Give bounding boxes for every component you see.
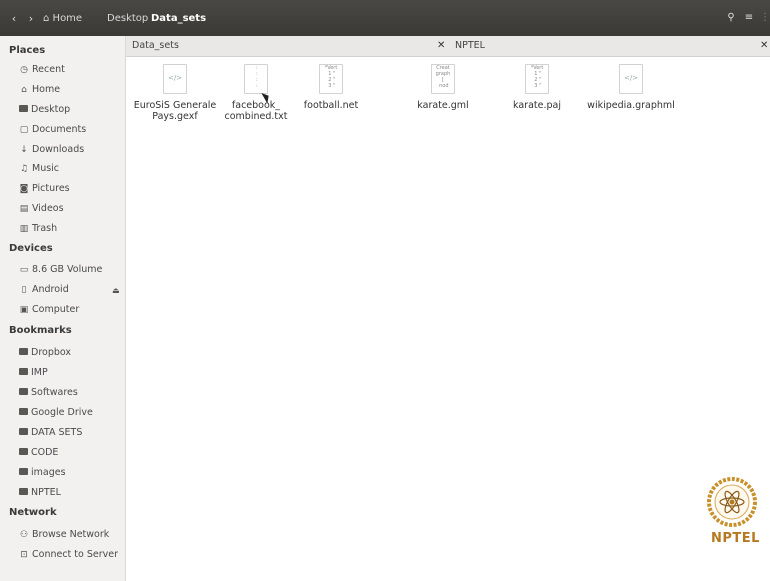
- file-name: karate.gml: [417, 100, 469, 111]
- text-file-icon: *Vert 1 " 2 " 3 ": [525, 64, 549, 94]
- text-file-icon: : : : :: [244, 64, 268, 94]
- clock-icon: ◷: [20, 65, 28, 75]
- sidebar-item-nptel[interactable]: NPTEL: [19, 485, 61, 501]
- sidebar-item-volume[interactable]: ▭ 8.6 GB Volume: [19, 262, 103, 278]
- sidebar-item-imp[interactable]: IMP: [19, 365, 48, 381]
- network-heading: Network: [9, 507, 57, 518]
- tab-nptel[interactable]: NPTEL: [455, 36, 485, 56]
- computer-icon: ▣: [19, 305, 29, 315]
- phone-icon: ▯: [21, 285, 27, 295]
- sidebar-item-videos[interactable]: ▤ Videos: [19, 201, 64, 217]
- sidebar-item-browse-network[interactable]: ⚇ Browse Network: [19, 527, 109, 543]
- code-file-icon: [163, 64, 187, 94]
- sidebar-item-connect-server[interactable]: ⊡ Connect to Server: [19, 547, 118, 563]
- folder-icon: [19, 348, 28, 355]
- file-item[interactable]: wikipedia.graphml: [586, 60, 676, 111]
- sidebar: Places ◷ Recent ⌂ Home Desktop ▢ Documents …: [0, 36, 126, 581]
- file-name: football.net: [303, 100, 359, 111]
- folder-icon: [19, 468, 28, 475]
- grid-view-icon[interactable]: ⋮: [759, 12, 770, 24]
- home-icon: ⌂: [43, 13, 50, 24]
- forward-icon[interactable]: ›: [25, 13, 37, 25]
- sidebar-item-computer[interactable]: ▣ Computer: [19, 302, 80, 318]
- folder-icon: [19, 428, 28, 435]
- server-icon: ⊡: [20, 550, 28, 560]
- search-icon[interactable]: ⚲: [725, 12, 737, 24]
- download-icon: ↓: [20, 145, 28, 155]
- network-icon: ⚇: [19, 530, 29, 540]
- tab-data-sets[interactable]: Data_sets: [132, 36, 179, 56]
- drive-icon: ▭: [19, 265, 29, 275]
- sidebar-item-music[interactable]: ♫ Music: [19, 161, 59, 177]
- file-item[interactable]: *Vert 1 " 2 " 3 " football.net: [286, 60, 376, 111]
- sidebar-item-android[interactable]: ▯ Android: [19, 282, 119, 298]
- sidebar-item-desktop[interactable]: Desktop: [19, 102, 70, 118]
- file-name: wikipedia.graphml: [587, 100, 675, 111]
- home-icon: ⌂: [21, 85, 27, 95]
- film-icon: ▤: [19, 204, 29, 214]
- file-name: EuroSiS Generale Pays.gexf: [133, 100, 217, 122]
- eject-icon[interactable]: ⏏: [112, 286, 120, 295]
- sidebar-item-google-drive[interactable]: Google Drive: [19, 405, 93, 421]
- bookmarks-heading: Bookmarks: [9, 325, 72, 336]
- nptel-logo: [707, 477, 757, 527]
- path-bar: ‹ › ⌂ Home Desktop Data_sets ⚲ ≡ ⋮: [0, 0, 770, 36]
- sidebar-item-images[interactable]: images: [19, 465, 66, 481]
- camera-icon: ◙: [19, 184, 29, 194]
- close-icon[interactable]: ✕: [760, 36, 768, 56]
- sidebar-item-data-sets[interactable]: DATA SETS: [19, 425, 82, 441]
- breadcrumb-home[interactable]: ⌂ Home: [43, 12, 82, 26]
- folder-icon: [19, 488, 28, 495]
- folder-icon: [19, 368, 28, 375]
- file-name: karate.paj: [513, 100, 561, 111]
- sidebar-item-code[interactable]: CODE: [19, 445, 58, 461]
- trash-icon: ▥: [19, 224, 29, 234]
- sidebar-item-pictures[interactable]: ◙ Pictures: [19, 181, 70, 197]
- document-icon: ▢: [19, 125, 29, 135]
- sidebar-item-recent[interactable]: ◷ Recent: [19, 62, 65, 78]
- hamburger-icon[interactable]: ≡: [743, 12, 755, 24]
- nptel-logo-text: NPTEL: [711, 531, 760, 546]
- tab-bar: Data_sets ✕ NPTEL ✕: [126, 36, 770, 57]
- music-icon: ♫: [19, 164, 29, 174]
- code-file-icon: [619, 64, 643, 94]
- back-icon[interactable]: ‹: [8, 13, 20, 25]
- file-item[interactable]: Creat graph[ nod karate.gml: [398, 60, 488, 111]
- text-file-icon: *Vert 1 " 2 " 3 ": [319, 64, 343, 94]
- sidebar-item-trash[interactable]: ▥ Trash: [19, 221, 57, 237]
- folder-icon: [19, 448, 28, 455]
- sidebar-item-documents[interactable]: ▢ Documents: [19, 122, 86, 138]
- breadcrumb-desktop[interactable]: Desktop: [107, 12, 148, 26]
- sidebar-item-downloads[interactable]: ↓ Downloads: [19, 142, 84, 158]
- file-item[interactable]: EuroSiS Generale Pays.gexf: [130, 60, 220, 122]
- places-heading: Places: [9, 45, 46, 56]
- sidebar-item-home[interactable]: ⌂ Home: [19, 82, 60, 98]
- folder-icon: [19, 105, 28, 112]
- folder-icon: [19, 408, 28, 415]
- text-file-icon: Creat graph[ nod: [431, 64, 455, 94]
- sidebar-item-softwares[interactable]: Softwares: [19, 385, 78, 401]
- folder-icon: [19, 388, 28, 395]
- close-icon[interactable]: ✕: [437, 36, 445, 56]
- breadcrumb-data-sets[interactable]: Data_sets: [151, 12, 206, 26]
- sidebar-item-dropbox[interactable]: Dropbox: [19, 345, 71, 361]
- devices-heading: Devices: [9, 243, 53, 254]
- file-item[interactable]: *Vert 1 " 2 " 3 " karate.paj: [492, 60, 582, 111]
